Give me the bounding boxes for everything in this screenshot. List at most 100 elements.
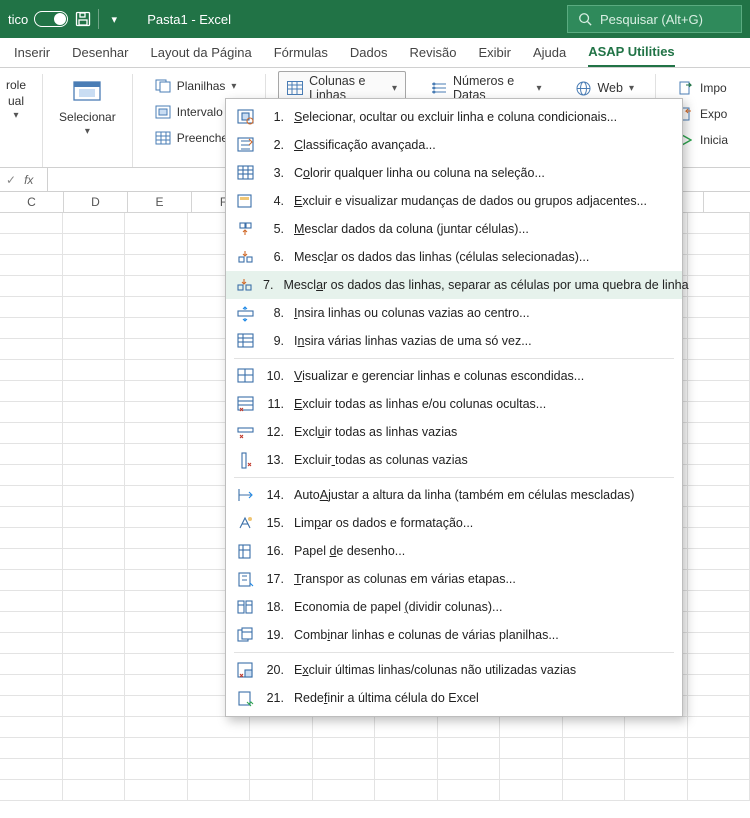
grid-cell[interactable]	[250, 738, 313, 758]
menu-item[interactable]: 17.Transpor as colunas em várias etapas.…	[226, 565, 682, 593]
menu-item[interactable]: 7.Mesclar os dados das linhas, separar a…	[226, 271, 682, 299]
grid-cell[interactable]	[563, 717, 626, 737]
grid-cell[interactable]	[125, 339, 188, 359]
grid-cell[interactable]	[688, 717, 750, 737]
menu-item[interactable]: 13.Excluir todas as colunas vazias	[226, 446, 682, 474]
tab-exibir[interactable]: Exibir	[478, 39, 511, 66]
menu-item[interactable]: 16.Papel de desenho...	[226, 537, 682, 565]
grid-cell[interactable]	[563, 738, 626, 758]
grid-cell[interactable]	[0, 486, 63, 506]
grid-cell[interactable]	[63, 402, 126, 422]
grid-cell[interactable]	[688, 738, 750, 758]
grid-cell[interactable]	[63, 612, 126, 632]
grid-cell[interactable]	[63, 528, 126, 548]
grid-cell[interactable]	[688, 213, 750, 233]
grid-cell[interactable]	[0, 717, 63, 737]
grid-cell[interactable]	[63, 486, 126, 506]
grid-cell[interactable]	[688, 486, 750, 506]
grid-cell[interactable]	[688, 465, 750, 485]
ribbon-button-trunc-left[interactable]: role ual ▾	[0, 74, 32, 125]
grid-cell[interactable]	[188, 738, 251, 758]
grid-cell[interactable]	[0, 570, 63, 590]
grid-cell[interactable]	[188, 717, 251, 737]
tab-desenhar[interactable]: Desenhar	[72, 39, 128, 66]
grid-cell[interactable]	[125, 780, 188, 800]
grid-cell[interactable]	[688, 570, 750, 590]
grid-cell[interactable]	[125, 402, 188, 422]
grid-cell[interactable]	[563, 759, 626, 779]
grid-cell[interactable]	[688, 654, 750, 674]
grid-cell[interactable]	[688, 591, 750, 611]
tab-formulas[interactable]: Fórmulas	[274, 39, 328, 66]
grid-cell[interactable]	[0, 360, 63, 380]
grid-cell[interactable]	[0, 759, 63, 779]
grid-cell[interactable]	[0, 549, 63, 569]
grid-cell[interactable]	[0, 465, 63, 485]
grid-cell[interactable]	[63, 381, 126, 401]
grid-cell[interactable]	[0, 234, 63, 254]
grid-cell[interactable]	[125, 528, 188, 548]
grid-cell[interactable]	[313, 759, 376, 779]
grid-cell[interactable]	[63, 465, 126, 485]
grid-cell[interactable]	[125, 297, 188, 317]
grid-cell[interactable]	[0, 339, 63, 359]
grid-cell[interactable]	[688, 759, 750, 779]
grid-cell[interactable]	[688, 507, 750, 527]
menu-item[interactable]: 6.Mesclar os dados das linhas (células s…	[226, 243, 682, 271]
grid-cell[interactable]	[63, 570, 126, 590]
grid-cell[interactable]	[125, 696, 188, 716]
grid-cell[interactable]	[0, 654, 63, 674]
grid-cell[interactable]	[375, 759, 438, 779]
confirm-icon[interactable]: ✓	[6, 173, 16, 187]
menu-item[interactable]: 9.Insira várias linhas vazias de uma só …	[226, 327, 682, 355]
grid-cell[interactable]	[0, 633, 63, 653]
grid-cell[interactable]	[0, 255, 63, 275]
grid-cell[interactable]	[500, 738, 563, 758]
grid-cell[interactable]	[63, 591, 126, 611]
grid-cell[interactable]	[0, 612, 63, 632]
menu-item[interactable]: 5.Mesclar dados da coluna (juntar célula…	[226, 215, 682, 243]
grid-cell[interactable]	[63, 360, 126, 380]
grid-cell[interactable]	[313, 780, 376, 800]
grid-cell[interactable]	[0, 738, 63, 758]
grid-cell[interactable]	[125, 654, 188, 674]
grid-cell[interactable]	[0, 444, 63, 464]
grid-cell[interactable]	[500, 717, 563, 737]
import-menu[interactable]: Impo	[674, 78, 732, 98]
menu-item[interactable]: 12.Excluir todas as linhas vazias	[226, 418, 682, 446]
grid-cell[interactable]	[375, 717, 438, 737]
grid-cell[interactable]	[375, 738, 438, 758]
grid-cell[interactable]	[563, 780, 626, 800]
grid-cell[interactable]	[625, 759, 688, 779]
grid-cell[interactable]	[688, 360, 750, 380]
grid-cell[interactable]	[688, 780, 750, 800]
grid-cell[interactable]	[125, 318, 188, 338]
grid-cell[interactable]	[688, 255, 750, 275]
grid-cell[interactable]	[438, 780, 501, 800]
grid-cell[interactable]	[0, 402, 63, 422]
grid-cell[interactable]	[500, 780, 563, 800]
grid-cell[interactable]	[688, 675, 750, 695]
menu-item[interactable]: 20.Excluir últimas linhas/colunas não ut…	[226, 656, 682, 684]
grid-cell[interactable]	[688, 402, 750, 422]
grid-cell[interactable]	[250, 759, 313, 779]
grid-cell[interactable]	[188, 780, 251, 800]
grid-cell[interactable]	[125, 234, 188, 254]
search-box[interactable]: Pesquisar (Alt+G)	[567, 5, 742, 33]
tab-dados[interactable]: Dados	[350, 39, 388, 66]
menu-item[interactable]: 21.Redefinir a última célula do Excel	[226, 684, 682, 712]
grid-cell[interactable]	[0, 423, 63, 443]
grid-cell[interactable]	[0, 381, 63, 401]
planilhas-menu[interactable]: Planilhas▾	[151, 76, 247, 96]
grid-cell[interactable]	[125, 570, 188, 590]
customize-qat-icon[interactable]: ▾	[105, 10, 123, 28]
grid-cell[interactable]	[688, 318, 750, 338]
column-header[interactable]: D	[64, 192, 128, 212]
grid-cell[interactable]	[125, 591, 188, 611]
menu-item[interactable]: 19.Combinar linhas e colunas de várias p…	[226, 621, 682, 649]
grid-cell[interactable]	[688, 633, 750, 653]
grid-cell[interactable]	[125, 759, 188, 779]
grid-cell[interactable]	[63, 738, 126, 758]
grid-cell[interactable]	[63, 255, 126, 275]
grid-cell[interactable]	[688, 339, 750, 359]
